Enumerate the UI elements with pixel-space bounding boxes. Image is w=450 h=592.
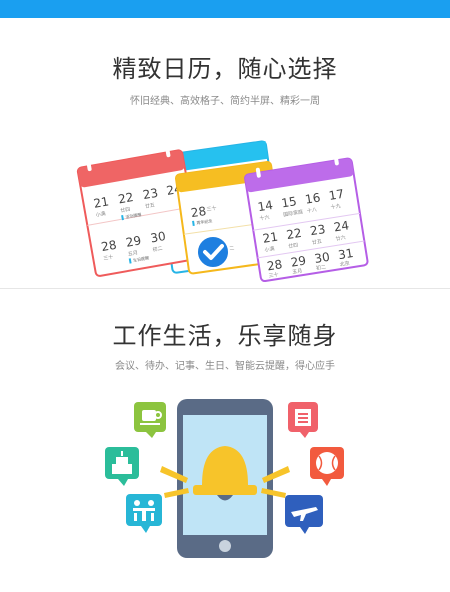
purple-calendar-card: 14 15 16 17 十六 国际家庭 十八 十九 21 22 23 24 小满… [244, 155, 369, 283]
purple-date: 31 [337, 246, 354, 262]
yellow-lunar: 三十 [206, 205, 217, 213]
purple-date: 14 [257, 198, 274, 214]
purple-date: 29 [290, 253, 307, 269]
purple-date: 28 [266, 257, 283, 273]
airplane-icon [285, 495, 323, 534]
purple-date: 17 [328, 187, 345, 203]
red-date: 30 [149, 229, 166, 245]
purple-date: 15 [280, 194, 297, 210]
notes-icon [288, 402, 318, 438]
purple-date: 24 [333, 218, 350, 234]
section-divider [0, 288, 450, 289]
purple-date: 22 [285, 226, 302, 242]
calendar-illustration: 21 22 23 24 小满 廿四 廿五 活动提醒 28 29 30 三十 五月… [76, 140, 369, 283]
red-date: 22 [117, 190, 134, 206]
red-date: 28 [100, 238, 117, 254]
purple-date: 30 [313, 250, 330, 266]
check-badge-icon [196, 235, 230, 269]
reminder-illustration [105, 399, 344, 558]
top-bar [0, 0, 450, 18]
red-date: 23 [142, 186, 159, 202]
coffee-icon [134, 402, 166, 438]
purple-date: 23 [309, 222, 326, 238]
baseball-icon [310, 447, 344, 486]
reminder-section: 工作生活，乐享随身 会议、待办、记事、生日、智能云提醒，得心应手 [0, 290, 450, 592]
red-date: 21 [93, 194, 110, 210]
birthday-cake-icon [105, 447, 139, 486]
purple-date: 16 [304, 190, 321, 206]
yellow-date: 28 [190, 204, 207, 220]
red-date: 29 [125, 233, 142, 249]
purple-date: 21 [262, 230, 279, 246]
calendar-section: 精致日历，随心选择 怀旧经典、高效格子、简约半屏、精彩一周 21 22 23 2… [0, 18, 450, 288]
meeting-icon [126, 494, 162, 533]
